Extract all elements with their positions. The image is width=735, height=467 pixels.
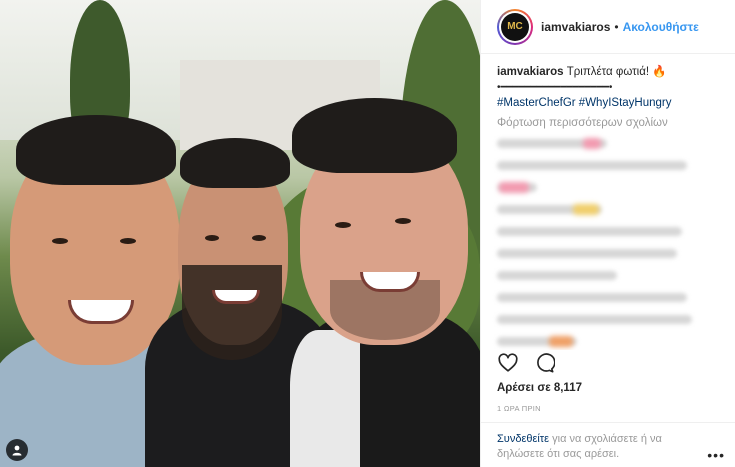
hashtags[interactable]: #MasterChefGr #WhyIStayHungry [497, 97, 719, 109]
blurred-comment [497, 271, 617, 280]
post-photo[interactable] [0, 0, 480, 467]
caption: iamvakiaros Τριπλέτα φωτιά! 🔥 [497, 64, 719, 80]
more-options-icon[interactable]: ••• [707, 447, 725, 463]
blurred-comment [497, 227, 682, 236]
user-tag-icon[interactable] [6, 439, 28, 461]
load-more-comments[interactable]: Φόρτωση περισσότερων σχολίων [497, 117, 719, 129]
login-link[interactable]: Συνδεθείτε [497, 433, 549, 445]
blurred-comment [497, 315, 692, 324]
likes-count[interactable]: Αρέσει σε 8,117 [497, 382, 582, 394]
post-sidebar: MC iamvakiaros • Ακολουθήστε iamvakiaros… [480, 0, 735, 467]
blurred-comment [497, 182, 537, 193]
caption-text: Τριπλέτα φωτιά! 🔥 [566, 66, 667, 78]
avatar-logo: MC [501, 12, 529, 41]
header-separator: • [614, 19, 619, 34]
login-prompt: Συνδεθείτε για να σχολιάσετε ή να δηλώσε… [481, 422, 735, 462]
blurred-comment [497, 293, 687, 302]
follow-button[interactable]: Ακολουθήστε [623, 20, 699, 34]
blurred-comment [497, 204, 602, 215]
post-time: 1 ΩΡΑ ΠΡΙΝ [497, 404, 541, 413]
comments-section: iamvakiaros Τριπλέτα φωτιά! 🔥 •━━━━━━━━━… [481, 54, 735, 350]
blurred-comment [497, 336, 577, 347]
blurred-comment [497, 249, 677, 258]
blurred-comment [497, 161, 687, 170]
caption-username[interactable]: iamvakiaros [497, 66, 564, 78]
avatar[interactable]: MC [497, 8, 533, 45]
caption-divider: •━━━━━━━━━━━━━━━━━━• [497, 82, 613, 93]
comment-icon[interactable] [533, 352, 556, 379]
heart-icon[interactable] [497, 352, 519, 379]
blurred-comment [497, 138, 607, 149]
post-actions [497, 352, 556, 379]
post-header: MC iamvakiaros • Ακολουθήστε [481, 0, 735, 54]
username-link[interactable]: iamvakiaros [541, 20, 610, 34]
